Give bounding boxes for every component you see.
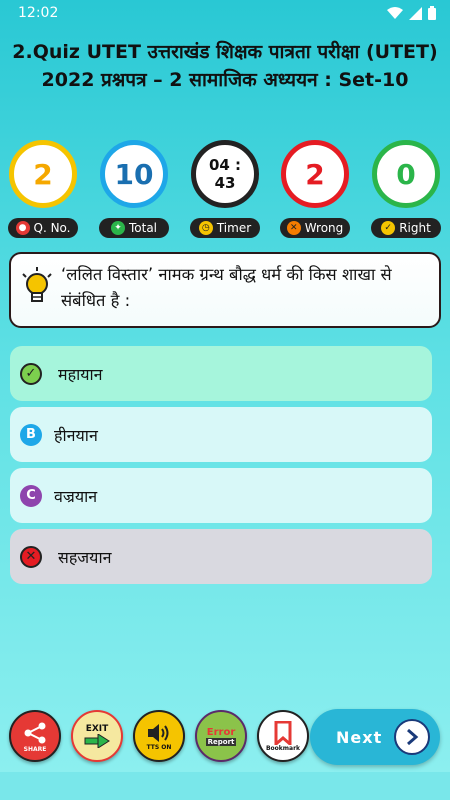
stat-wrong: 2 ✕ Wrong [277,140,353,238]
bottom-toolbar: SHARE EXIT TTS ON Error Report Bookmark … [0,708,450,770]
share-icon [24,722,46,743]
error-label: Error [206,726,236,738]
stat-question-number: 2 ● Q. No. [5,140,81,238]
letter-c-icon: C [20,484,42,507]
stat-right: 0 ✓ Right [368,140,444,238]
wifi-icon [387,6,403,19]
pin-icon: ● [15,221,30,235]
arrow-right-icon [84,734,110,748]
option-d[interactable]: ✕ सहजयान [10,529,432,584]
letter-b-icon: B [20,423,42,446]
quiz-title: 2.Quiz UTET उत्तराखंड शिक्षक पात्रता परी… [12,41,438,91]
status-icons [387,6,436,20]
question-number-pill: ● Q. No. [8,218,78,238]
wrong-value: 2 [281,140,349,208]
status-time: 12:02 [18,5,59,21]
exit-button[interactable]: EXIT [71,710,123,762]
option-d-text: सहजयान [58,547,112,567]
clock-icon: ◷ [198,221,213,235]
question-number-value: 2 [9,140,77,208]
next-label: Next [336,727,383,747]
status-bar: 12:02 [0,0,450,26]
total-label: Total [128,221,158,235]
chevron-right-icon [394,719,430,755]
cross-icon: ✕ [20,545,42,568]
cross-icon: ✕ [286,221,301,235]
total-value: 10 [100,140,168,208]
next-button[interactable]: Next [310,709,440,765]
question-text: ‘ललित विस्तार’ नामक ग्रन्थ बौद्ध धर्म की… [61,265,392,310]
option-a[interactable]: ✓ महायान [10,346,432,401]
system-nav-bar [0,772,450,800]
question-number-label: Q. No. [33,221,71,235]
bookmark-icon [274,720,292,745]
timer-label: Timer [216,221,252,235]
timer-value: 04 : 43 [191,140,259,208]
exit-label: EXIT [85,724,109,734]
right-pill: ✓ Right [371,218,441,238]
option-a-text: महायान [58,364,103,384]
check-icon: ✓ [381,221,396,235]
bookmark-button[interactable]: Bookmark [257,710,309,762]
option-b[interactable]: B हीनयान [10,407,432,462]
lightbulb-icon [22,267,52,302]
option-c[interactable]: C वज्रयान [10,468,432,523]
tts-label: TTS ON [146,743,172,751]
timer-pill: ◷ Timer [190,218,260,238]
right-label: Right [399,221,431,235]
speaker-icon [148,723,169,742]
option-c-text: वज्रयान [54,486,98,506]
tts-button[interactable]: TTS ON [133,710,185,762]
check-icon: ✓ [20,362,42,385]
signal-icon [409,6,422,20]
total-pill: ✦ Total [99,218,169,238]
question-box: ‘ललित विस्तार’ नामक ग्रन्थ बौद्ध धर्म की… [9,252,441,328]
stat-total: 10 ✦ Total [96,140,172,238]
share-button[interactable]: SHARE [9,710,61,762]
option-b-text: हीनयान [54,425,98,445]
battery-icon [428,6,436,20]
bookmark-label: Bookmark [265,744,301,752]
wrong-label: Wrong [304,221,344,235]
stats-row: 2 ● Q. No. 10 ✦ Total 04 : 43 ◷ Timer 2 … [0,140,450,245]
wrong-pill: ✕ Wrong [280,218,350,238]
lightbulb-icon: ✦ [110,221,125,235]
stat-timer: 04 : 43 ◷ Timer [187,140,263,238]
error-report-button[interactable]: Error Report [195,710,247,762]
right-value: 0 [372,140,440,208]
report-label: Report [205,737,237,746]
share-label: SHARE [23,745,47,753]
